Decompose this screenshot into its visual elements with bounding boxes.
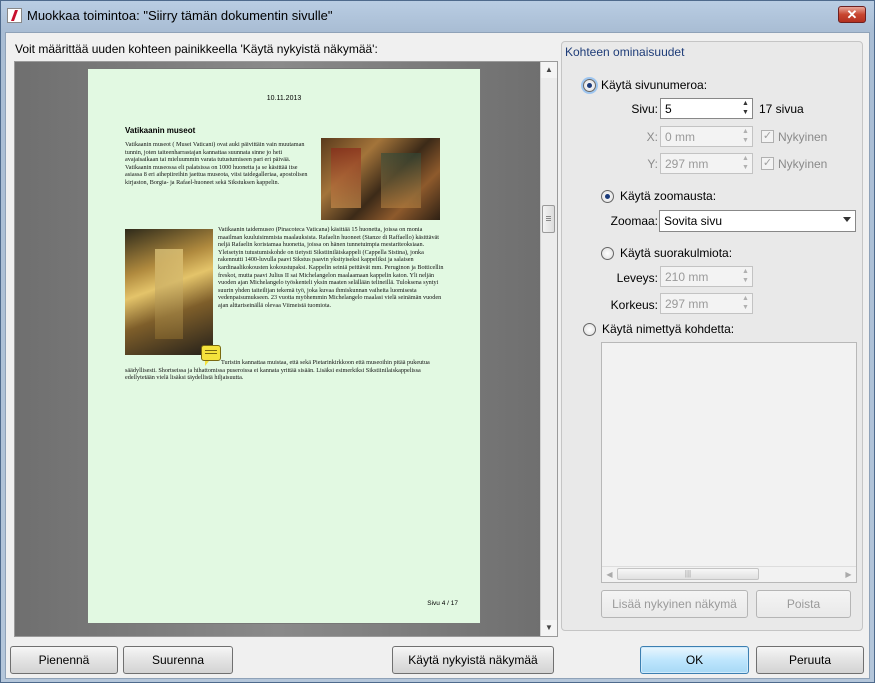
dialog-client: Voit määrittää uuden kohteen painikkeell… bbox=[5, 32, 870, 679]
x-label: X: bbox=[646, 130, 658, 144]
use-page-number-label: Käytä sivunumeroa: bbox=[601, 78, 708, 92]
page-paragraph-3: Turistin kannattaa muistaa, että sekä Pi… bbox=[125, 359, 430, 382]
comment-note-icon[interactable] bbox=[201, 345, 221, 366]
scroll-right-icon[interactable]: ▶ bbox=[842, 568, 855, 581]
add-current-view-button[interactable]: Lisää nykyinen näkymä bbox=[601, 590, 748, 618]
y-label: Y: bbox=[647, 157, 658, 171]
x-current-label: Nykyinen bbox=[778, 130, 828, 144]
use-rectangle-label: Käytä suorakulmiota: bbox=[620, 246, 733, 260]
gallery-ceiling-image bbox=[125, 229, 213, 355]
y-value: 297 mm bbox=[665, 157, 709, 171]
spinner-arrows-icon[interactable]: ▲ ▼ bbox=[739, 294, 752, 313]
group-title: Kohteen ominaisuudet bbox=[565, 45, 685, 59]
page-paragraph-1: Vatikaanin museot ( Musei Vaticani) ovat… bbox=[125, 141, 308, 186]
named-destinations-list[interactable]: ◀ ||| ▶ bbox=[601, 342, 857, 583]
close-icon: ✕ bbox=[846, 7, 858, 22]
width-label: Leveys: bbox=[616, 271, 658, 285]
width-spinner[interactable]: 210 mm ▲ ▼ bbox=[660, 266, 753, 287]
title-bar[interactable]: Muokkaa toimintoa: "Siirry tämän dokumen… bbox=[1, 1, 874, 31]
scroll-left-icon[interactable]: ◀ bbox=[603, 568, 616, 581]
zoom-select[interactable]: Sovita sivu bbox=[659, 210, 856, 232]
scroll-thumb[interactable] bbox=[542, 205, 555, 233]
spinner-arrows-icon[interactable]: ▲ ▼ bbox=[739, 99, 752, 118]
spinner-arrows-icon[interactable]: ▲ ▼ bbox=[739, 127, 752, 146]
use-current-view-button[interactable]: Käytä nykyistä näkymää bbox=[392, 646, 554, 674]
cancel-button[interactable]: Peruuta bbox=[756, 646, 864, 674]
x-spinner[interactable]: 0 mm ▲ ▼ bbox=[660, 126, 753, 147]
app-icon bbox=[7, 8, 22, 23]
page-number-value: 5 bbox=[665, 102, 672, 116]
zoom-value: Sovita sivu bbox=[664, 214, 723, 228]
y-current-label: Nykyinen bbox=[778, 157, 828, 171]
chevron-down-icon bbox=[843, 217, 851, 222]
use-rectangle-radio[interactable] bbox=[601, 247, 614, 260]
width-value: 210 mm bbox=[665, 270, 709, 284]
zoom-label: Zoomaa: bbox=[610, 214, 658, 228]
zoom-out-button[interactable]: Pienennä bbox=[10, 646, 118, 674]
page-heading: Vatikaanin museot bbox=[125, 126, 196, 135]
use-zoom-radio[interactable] bbox=[601, 190, 614, 203]
page-date: 10.11.2013 bbox=[266, 95, 302, 102]
window-title: Muokkaa toimintoa: "Siirry tämän dokumen… bbox=[27, 8, 333, 23]
height-value: 297 mm bbox=[665, 297, 709, 311]
spinner-arrows-icon[interactable]: ▲ ▼ bbox=[739, 267, 752, 286]
delete-button[interactable]: Poista bbox=[756, 590, 851, 618]
use-page-number-radio[interactable] bbox=[583, 79, 596, 92]
page-label: Sivu: bbox=[631, 102, 658, 116]
close-button[interactable]: ✕ bbox=[838, 6, 866, 23]
height-spinner[interactable]: 297 mm ▲ ▼ bbox=[660, 293, 753, 314]
scroll-up-icon[interactable]: ▲ bbox=[541, 62, 557, 78]
height-label: Korkeus: bbox=[610, 298, 658, 312]
list-horizontal-scrollbar[interactable]: ◀ ||| ▶ bbox=[602, 566, 856, 582]
ok-button[interactable]: OK bbox=[640, 646, 749, 674]
use-named-destination-radio[interactable] bbox=[583, 323, 596, 336]
scroll-thumb[interactable]: ||| bbox=[617, 568, 759, 580]
target-properties-group: Kohteen ominaisuudet Käytä sivunumeroa: … bbox=[561, 41, 863, 631]
page-total-label: 17 sivua bbox=[759, 102, 804, 116]
use-named-destination-label: Käytä nimettyä kohdetta: bbox=[602, 322, 735, 336]
x-current-checkbox[interactable]: ✓ bbox=[761, 130, 774, 143]
page-preview-panel: 10.11.2013 Vatikaanin museot Vatikaanin … bbox=[14, 61, 558, 637]
preview-page: 10.11.2013 Vatikaanin museot Vatikaanin … bbox=[87, 68, 481, 624]
page-paragraph-2: Vatikaanin taidemuseo (Pinacoteca Vatica… bbox=[218, 226, 444, 309]
preview-vertical-scrollbar[interactable]: ▲ ▼ bbox=[540, 62, 557, 636]
x-value: 0 mm bbox=[665, 130, 695, 144]
instructions-label: Voit määrittää uuden kohteen painikkeell… bbox=[15, 42, 378, 56]
page-number-spinner[interactable]: 5 ▲ ▼ bbox=[660, 98, 753, 119]
spinner-arrows-icon[interactable]: ▲ ▼ bbox=[739, 154, 752, 173]
preview-canvas[interactable]: 10.11.2013 Vatikaanin museot Vatikaanin … bbox=[15, 62, 541, 636]
scroll-down-icon[interactable]: ▼ bbox=[541, 620, 557, 636]
y-spinner[interactable]: 297 mm ▲ ▼ bbox=[660, 153, 753, 174]
page-footer: Sivu 4 / 17 bbox=[427, 600, 458, 607]
dialog-window: Muokkaa toimintoa: "Siirry tämän dokumen… bbox=[0, 0, 875, 683]
fresco-image bbox=[321, 138, 440, 220]
y-current-checkbox[interactable]: ✓ bbox=[761, 157, 774, 170]
zoom-in-button[interactable]: Suurenna bbox=[123, 646, 233, 674]
use-zoom-label: Käytä zoomausta: bbox=[620, 189, 717, 203]
